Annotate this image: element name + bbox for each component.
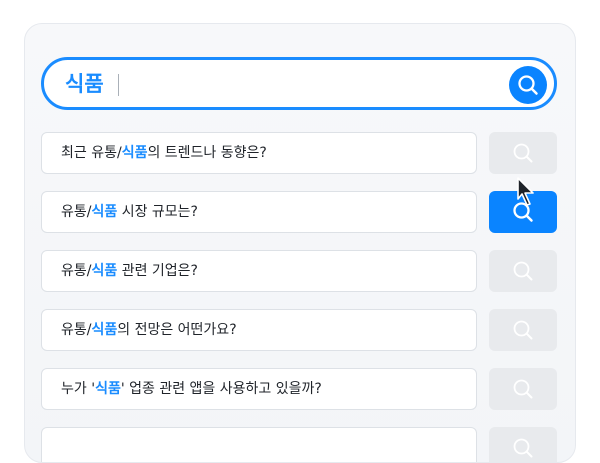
mouse-pointer-icon	[516, 177, 546, 215]
search-icon	[513, 320, 533, 340]
question-row: 누가 '식품' 업종 관련 앱을 사용하고 있을까?	[41, 368, 557, 410]
question-row: 유통/식품 시장 규모는?	[41, 191, 557, 233]
question-item[interactable]: 누가 '식품' 업종 관련 앱을 사용하고 있을까?	[41, 368, 477, 410]
question-row: 유통/식품 관련 기업은?	[41, 250, 557, 292]
question-text: 유통/식품 관련 기업은?	[61, 263, 198, 279]
question-row-partial	[41, 427, 557, 462]
question-text: 최근 유통/식품의 트렌드나 동향은?	[61, 145, 267, 161]
question-text: 유통/식품의 전망은 어떤가요?	[61, 322, 237, 338]
search-icon	[513, 261, 533, 281]
search-icon	[518, 75, 538, 95]
question-item[interactable]: 유통/식품의 전망은 어떤가요?	[41, 309, 477, 351]
search-input-text: 식품	[65, 72, 104, 96]
question-search-button[interactable]	[489, 427, 557, 462]
question-search-button[interactable]	[489, 309, 557, 351]
search-icon	[513, 438, 533, 458]
question-row: 최근 유통/식품의 트렌드나 동향은?	[41, 132, 557, 174]
question-item[interactable]: 유통/식품 관련 기업은?	[41, 250, 477, 292]
search-button[interactable]	[509, 66, 547, 104]
question-item[interactable]: 최근 유통/식품의 트렌드나 동향은?	[41, 132, 477, 174]
question-row: 유통/식품의 전망은 어떤가요?	[41, 309, 557, 351]
question-text: 누가 '식품' 업종 관련 앱을 사용하고 있을까?	[61, 381, 322, 397]
search-icon	[513, 143, 533, 163]
question-search-button[interactable]	[489, 368, 557, 410]
question-search-button[interactable]	[489, 250, 557, 292]
question-item[interactable]	[41, 427, 477, 462]
search-panel: 식품 최근 유통/식품의 트렌드나 동향은? 유통/식품 시장 규모는? 유통/…	[24, 23, 576, 463]
question-text: 유통/식품 시장 규모는?	[61, 204, 198, 220]
question-search-button[interactable]	[489, 132, 557, 174]
text-caret	[118, 74, 119, 96]
search-bar[interactable]: 식품	[41, 57, 557, 110]
question-item[interactable]: 유통/식품 시장 규모는?	[41, 191, 477, 233]
search-icon	[513, 379, 533, 399]
